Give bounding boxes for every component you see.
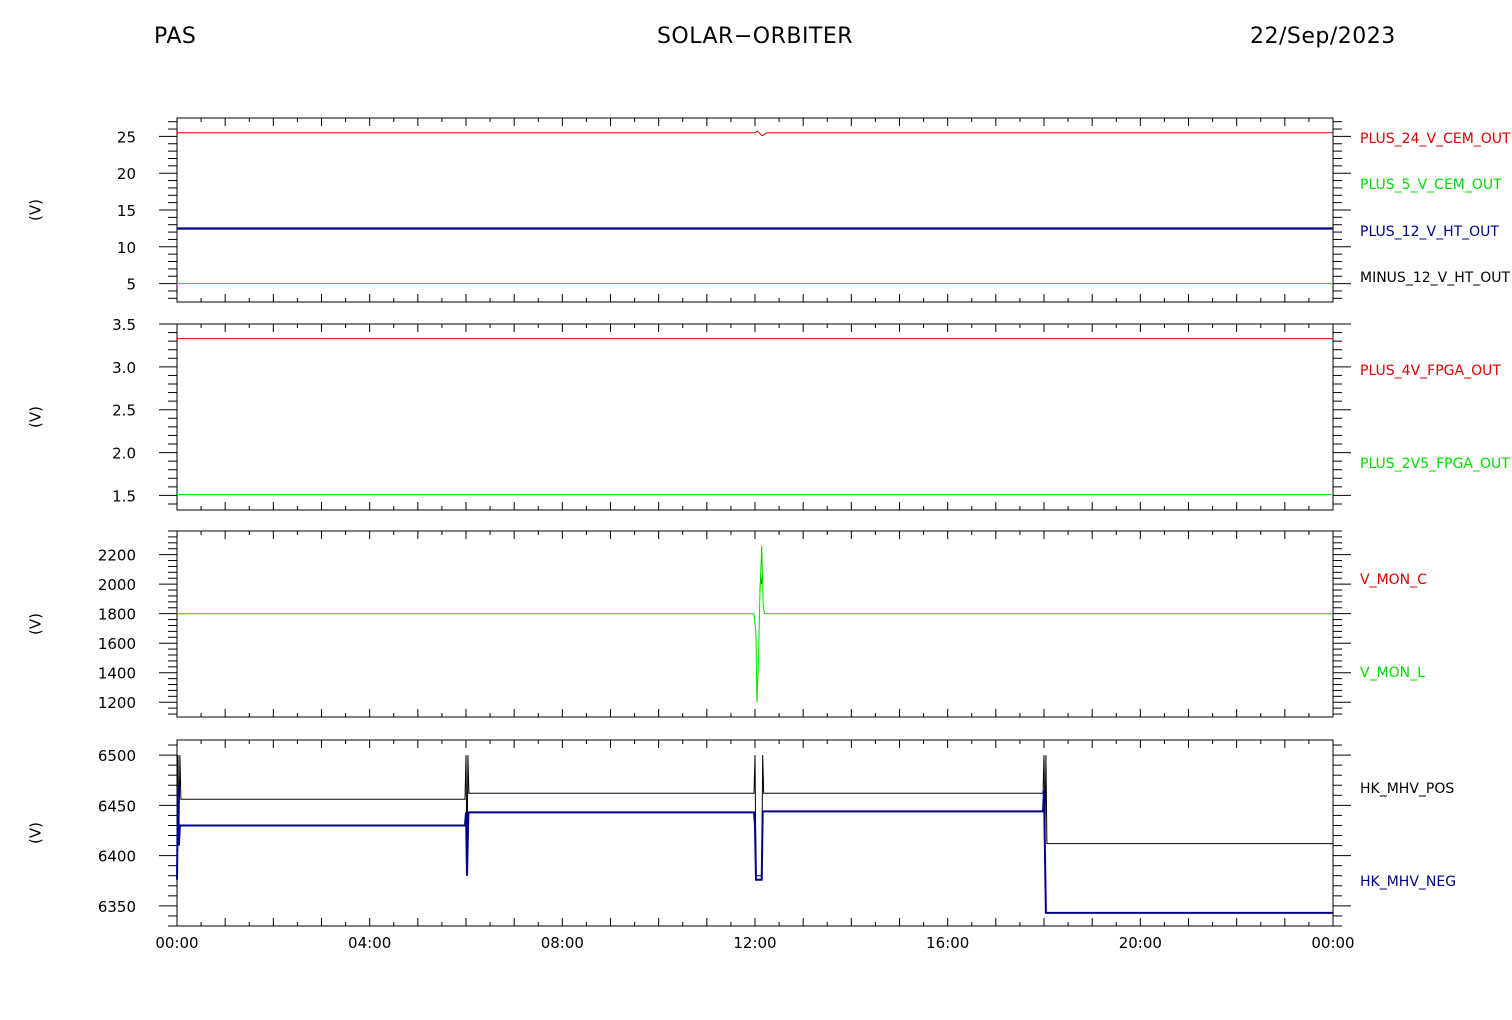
panel-3-y-tick-label: 1600: [98, 635, 136, 653]
panel-2-y-tick-label: 1.5: [112, 487, 136, 505]
panel-2-frame: [176, 323, 1334, 511]
series-line-plus-24-v-cem-out: [177, 130, 1333, 137]
series-line-v-mon-l: [177, 545, 1333, 703]
panel-4-y-axis-label: (V): [27, 822, 45, 844]
legend-hk-mhv-pos: HK_MHV_POS: [1360, 781, 1454, 797]
x-tick-label: 16:00: [926, 934, 969, 952]
panel-4-y-tick-label: 6450: [98, 797, 136, 815]
legend-plus-5-v-cem-out: PLUS_5_V_CEM_OUT: [1360, 177, 1502, 193]
legend-minus-12-v-ht-out: MINUS_12_V_HT_OUT: [1360, 270, 1511, 286]
panel-1-y-tick-label: 10: [117, 239, 136, 257]
legend-v-mon-c: V_MON_C: [1360, 572, 1427, 588]
panel-3-y-tick-label: 1400: [98, 665, 136, 683]
panel-1-y-tick-label: 5: [126, 276, 136, 294]
legend-plus-24-v-cem-out: PLUS_24_V_CEM_OUT: [1360, 131, 1511, 147]
panel-4-y-tick-label: 6400: [98, 848, 136, 866]
panel-2-y-axis-label: (V): [27, 406, 45, 428]
panel-3-y-axis-label: (V): [27, 613, 45, 635]
panel-1-y-tick-label: 20: [117, 165, 136, 183]
panel-3-y-tick-label: 2200: [98, 547, 136, 565]
x-tick-label: 08:00: [541, 934, 584, 952]
legend-hk-mhv-neg: HK_MHV_NEG: [1360, 874, 1456, 890]
panel-3-y-tick-label: 1200: [98, 694, 136, 712]
x-tick-label: 00:00: [1311, 934, 1354, 952]
x-tick-label: 04:00: [348, 934, 391, 952]
panel-2-y-tick-label: 2.5: [112, 402, 136, 420]
panel-3-y-tick-label: 2000: [98, 576, 136, 594]
panel-3-y-tick-label: 1800: [98, 606, 136, 624]
panel-1-y-tick-label: 15: [117, 202, 136, 220]
x-tick-label: 12:00: [733, 934, 776, 952]
panel-4-y-tick-label: 6500: [98, 747, 136, 765]
panel-2-y-tick-label: 3.5: [112, 316, 136, 334]
panel-1-y-tick-label: 25: [117, 128, 136, 146]
panel-4-y-tick-label: 6350: [98, 898, 136, 916]
panel-2-y-tick-label: 2.0: [112, 445, 136, 463]
panel-2-y-tick-label: 3.0: [112, 359, 136, 377]
panel-1-frame: [176, 117, 1334, 303]
legend-plus-12-v-ht-out: PLUS_12_V_HT_OUT: [1360, 224, 1499, 240]
legend-plus-4v-fpga-out: PLUS_4V_FPGA_OUT: [1360, 363, 1501, 379]
legend-plus-2v5-fpga-out: PLUS_2V5_FPGA_OUT: [1360, 456, 1510, 472]
x-tick-label: 00:00: [155, 934, 198, 952]
legend-v-mon-l: V_MON_L: [1360, 665, 1425, 681]
panel-1-y-axis-label: (V): [27, 199, 45, 221]
multi-panel-chart: 5 10 15 20 25 (V) PLUS_24_V_CEM_OUT PLUS_5_V_CE…: [27, 117, 1511, 952]
x-tick-label: 20:00: [1119, 934, 1162, 952]
